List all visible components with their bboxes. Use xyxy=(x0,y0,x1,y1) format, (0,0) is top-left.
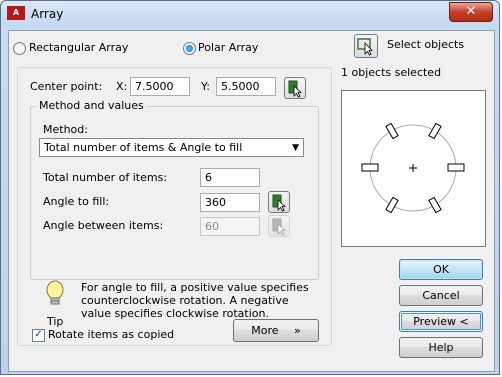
help-button[interactable]: Help xyxy=(399,337,483,358)
more-button[interactable]: More » xyxy=(233,319,319,342)
rectangular-array-radio[interactable] xyxy=(13,42,26,55)
window-title: Array xyxy=(31,7,64,21)
pick-angle-fill-button[interactable] xyxy=(268,191,290,213)
pick-angle-between-icon xyxy=(272,218,287,236)
angle-fill-input[interactable]: 360 xyxy=(200,193,260,212)
title-bar: A Array ✕ xyxy=(1,1,499,27)
array-preview xyxy=(341,90,486,247)
close-button[interactable]: ✕ xyxy=(449,2,493,22)
center-point-label: Center point: xyxy=(30,80,103,93)
objects-selected-count: 1 objects selected xyxy=(341,66,442,79)
ok-button[interactable]: OK xyxy=(399,259,483,280)
preview-button[interactable]: Preview < xyxy=(399,311,483,332)
select-objects-icon xyxy=(357,38,373,56)
tip-label: Tip xyxy=(47,315,64,328)
array-dialog: A Array ✕ Rectangular Array Polar Array … xyxy=(0,0,500,375)
rectangular-array-label[interactable]: Rectangular Array xyxy=(29,41,128,54)
pick-point-icon xyxy=(288,80,303,98)
method-values-title: Method and values xyxy=(36,99,147,112)
cancel-button[interactable]: Cancel xyxy=(399,285,483,306)
angle-fill-label: Angle to fill: xyxy=(43,195,110,208)
tip-text: For angle to fill, a positive value spec… xyxy=(81,281,309,320)
angle-between-label: Angle between items: xyxy=(43,219,164,232)
lightbulb-icon xyxy=(44,280,66,310)
method-select[interactable]: Total number of items & Angle to fill ▼ xyxy=(39,138,304,157)
polar-array-radio[interactable] xyxy=(183,42,196,55)
pick-angle-icon xyxy=(272,194,287,212)
autocad-app-icon: A xyxy=(7,6,25,20)
center-x-label: X: xyxy=(116,80,128,93)
select-objects-button[interactable] xyxy=(354,34,378,58)
center-y-label: Y: xyxy=(201,80,210,93)
select-objects-label[interactable]: Select objects xyxy=(387,38,464,51)
method-label: Method: xyxy=(43,123,88,136)
more-label: More xyxy=(251,324,279,337)
chevron-down-icon: ▼ xyxy=(292,143,299,153)
method-values-group: Method and values Method: Total number o… xyxy=(30,99,319,280)
polar-array-label[interactable]: Polar Array xyxy=(198,41,258,54)
rotate-items-label[interactable]: Rotate items as copied xyxy=(48,328,174,341)
total-items-label: Total number of items: xyxy=(43,171,168,184)
pick-center-point-button[interactable] xyxy=(284,77,306,99)
polar-array-preview-graphic xyxy=(361,122,465,214)
rotate-items-checkbox[interactable]: ✓ xyxy=(32,329,45,342)
center-x-input[interactable]: 7.5000 xyxy=(130,77,190,96)
method-select-value: Total number of items & Angle to fill xyxy=(44,141,243,154)
dialog-client-area: Rectangular Array Polar Array Center poi… xyxy=(8,30,495,372)
center-y-input[interactable]: 5.5000 xyxy=(216,77,276,96)
pick-angle-between-button xyxy=(268,215,290,237)
angle-between-input: 60 xyxy=(200,217,260,236)
total-items-input[interactable]: 6 xyxy=(200,168,260,187)
double-chevron-icon: » xyxy=(294,324,301,337)
parameters-panel: Center point: X: 7.5000 Y: 5.5000 Method… xyxy=(17,67,332,346)
